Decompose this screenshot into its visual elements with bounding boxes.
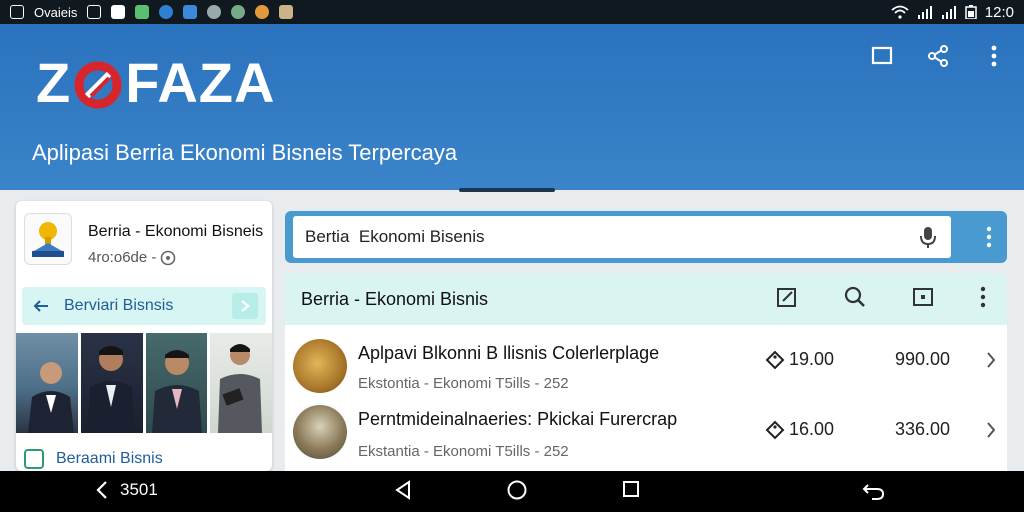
settings-icon xyxy=(207,5,222,19)
app-logo: Z FAZA xyxy=(36,50,275,115)
app-subtitle: 4ro:o6de - xyxy=(88,249,157,266)
microphone-icon[interactable] xyxy=(919,225,937,249)
image-icon xyxy=(10,5,24,19)
back-triangle-icon xyxy=(395,480,410,500)
window-icon[interactable] xyxy=(911,285,935,309)
item-price: 990.00 xyxy=(895,349,951,369)
list-item[interactable]: Perntmideinalnaeries: Pkickai Furercrap … xyxy=(285,401,1007,471)
globe-icon xyxy=(161,250,176,265)
logo-suffix: FAZA xyxy=(125,51,276,114)
app-info-card: Berria - Ekonomi Bisneis 4ro:o6de - Berv… xyxy=(16,201,272,471)
business-news-button[interactable]: Berviari Bisnsis xyxy=(22,287,266,325)
item-price: 336.00 xyxy=(895,419,951,439)
logo-mark-icon xyxy=(73,58,123,108)
item-title: Perntmideinalnaeries: Pkickai Furercrap xyxy=(358,409,678,429)
search-bar xyxy=(285,211,1007,263)
home-circle-icon xyxy=(507,480,527,500)
recents-square-icon xyxy=(623,481,639,497)
game-icon xyxy=(183,5,198,19)
arrow-left-icon xyxy=(33,300,48,312)
app-bar: Z FAZA Aplipasi Berria Ekonomi Bisneis T… xyxy=(0,24,1024,192)
nav-recents-button[interactable] xyxy=(621,479,641,499)
bookmark-icon xyxy=(24,449,44,469)
info-icon xyxy=(159,5,174,19)
item-tag-value: 19.00 xyxy=(789,349,835,369)
person-photo[interactable] xyxy=(210,333,272,433)
chevron-right-icon[interactable] xyxy=(985,351,997,369)
return-arrow-icon xyxy=(862,484,885,500)
meeting-thumbnail xyxy=(293,405,347,459)
game2-icon xyxy=(255,5,270,19)
tab-indicator xyxy=(459,188,555,192)
item-tag-value: 16.00 xyxy=(789,419,835,439)
share-icon[interactable] xyxy=(924,42,952,70)
square-icon[interactable] xyxy=(868,42,896,70)
nav-home-button[interactable] xyxy=(506,479,528,501)
list-item[interactable]: Aplpavi Blkonni B llisnis Colerlerplage … xyxy=(285,331,1007,401)
nav-back-label: 3501 xyxy=(120,480,158,499)
nav-back-button[interactable]: 3501 xyxy=(94,479,158,501)
logo-prefix: Z xyxy=(36,51,72,114)
nav-triangle-button[interactable] xyxy=(394,479,412,501)
app-tagline: Aplipasi Berria Ekonomi Bisneis Terperca… xyxy=(32,140,458,165)
chevron-right-icon[interactable] xyxy=(985,421,997,439)
mail-icon xyxy=(87,5,102,19)
signal-icon xyxy=(941,6,956,19)
app-logo-thumbnail xyxy=(24,213,72,265)
person-photo[interactable] xyxy=(80,333,143,433)
person-photo[interactable] xyxy=(145,333,208,433)
item-subtitle: Ekstantia - Ekonomi T5ills - 252 xyxy=(358,443,569,460)
chevron-left-icon xyxy=(96,481,107,499)
status-time: 12:0 xyxy=(984,3,1014,21)
more-vert-icon[interactable] xyxy=(980,42,1008,70)
navigation-bar: 3501 xyxy=(0,471,1024,512)
business-news-label: Berviari Bisnsis xyxy=(64,297,174,314)
item-subtitle: Ekstontia - Ekonomi T5ills - 252 xyxy=(358,375,569,392)
chevron-right-icon[interactable] xyxy=(232,293,258,319)
more-vert-icon[interactable] xyxy=(985,225,993,249)
search-icon[interactable] xyxy=(843,285,867,309)
signal-icon xyxy=(917,6,932,19)
list-title: Berria - Ekonomi Bisnis xyxy=(301,288,489,309)
more-vert-icon[interactable] xyxy=(979,285,987,309)
tag-icon xyxy=(765,350,785,369)
app-icon xyxy=(111,5,126,19)
chrome-icon xyxy=(135,5,150,19)
pin-icon xyxy=(231,5,246,19)
photo-icon xyxy=(279,5,294,19)
item-title: Aplpavi Blkonni B llisnis Colerlerplage xyxy=(358,343,660,363)
search-input[interactable] xyxy=(305,227,895,247)
nav-return-button[interactable] xyxy=(862,479,886,501)
list-header: Berria - Ekonomi Bisnis xyxy=(285,273,1007,325)
photo-strip xyxy=(16,333,272,435)
app-title: Berria - Ekonomi Bisneis xyxy=(88,223,264,240)
status-left-text: Ovaieis xyxy=(34,4,78,20)
tag-icon xyxy=(765,420,785,439)
wifi-icon xyxy=(891,5,909,19)
edit-icon[interactable] xyxy=(775,285,799,309)
news-list: Aplpavi Blkonni B llisnis Colerlerplage … xyxy=(285,325,1007,471)
coin-thumbnail xyxy=(293,339,347,393)
person-photo[interactable] xyxy=(16,333,78,433)
status-bar: Ovaieis 12:0 xyxy=(0,0,1024,24)
footer-link[interactable]: Beraami Bisnis xyxy=(56,450,163,468)
battery-icon xyxy=(965,5,977,19)
